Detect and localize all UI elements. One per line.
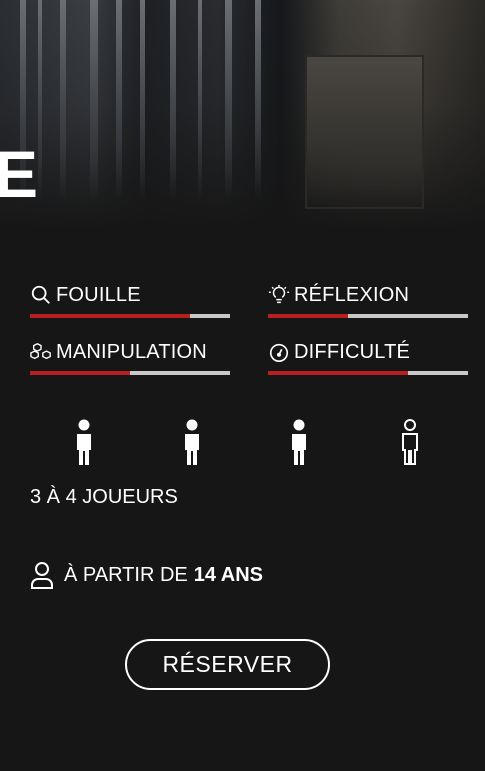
stat-manipulation: MANIPULATION	[30, 340, 230, 375]
age-prefix: À PARTIR DE	[64, 563, 188, 586]
cubes-icon	[30, 342, 51, 360]
player-filled-icon	[77, 419, 91, 465]
stat-label: FOUILLE	[56, 283, 141, 306]
stat-reflexion: RÉFLEXION	[268, 283, 468, 318]
player-filled-icon	[185, 419, 199, 465]
stat-label: DIFFICULTÉ	[294, 340, 411, 363]
player-count-icons	[30, 418, 450, 468]
age-value: 14 ANS	[193, 563, 264, 586]
stat-label: RÉFLEXION	[294, 283, 410, 306]
stat-label: MANIPULATION	[56, 340, 207, 363]
stat-level-bar	[30, 314, 230, 318]
age-requirement: À PARTIR DE 14 ANS	[30, 560, 263, 590]
hero-image: E	[0, 0, 485, 230]
gauge-icon	[269, 343, 289, 362]
hero-title-letter: E	[0, 137, 39, 211]
hero-door	[305, 55, 424, 209]
stat-level-bar	[268, 314, 468, 318]
stat-level-bar	[30, 371, 230, 375]
player-count-text: 3 À 4 JOUEURS	[30, 486, 178, 508]
search-icon	[31, 285, 50, 304]
stat-level-bar	[268, 371, 468, 375]
user-icon	[31, 562, 53, 589]
stat-difficulte: DIFFICULTÉ	[268, 340, 468, 375]
stat-fouille: FOUILLE	[30, 283, 230, 318]
player-filled-icon	[292, 419, 306, 465]
hero-bars	[20, 0, 280, 200]
player-outline-icon	[402, 419, 418, 465]
lightbulb-icon	[268, 284, 290, 304]
reserve-button[interactable]: RÉSERVER	[125, 639, 330, 690]
